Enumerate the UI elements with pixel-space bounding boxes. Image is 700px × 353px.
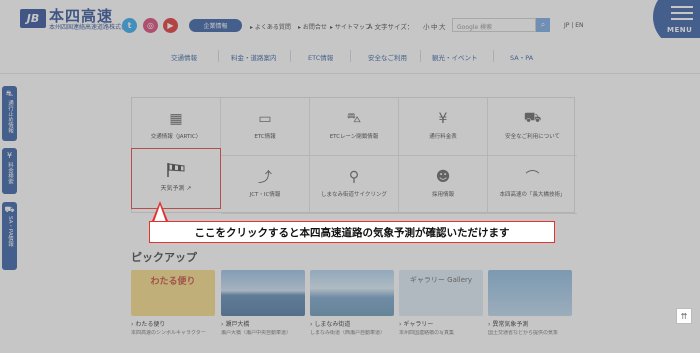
font-size-small[interactable]: 小 xyxy=(423,21,430,31)
external-link-icon: ↗ xyxy=(186,185,192,192)
etc-card-icon: ▭ xyxy=(258,111,272,127)
instagram-icon[interactable]: ◎ xyxy=(143,18,158,33)
seto-bridge-image xyxy=(221,270,305,316)
side-tab-sapa[interactable]: ⛟ SA・PA情報 xyxy=(2,202,17,270)
global-nav: 交通情報 料金・道路案内 ETC情報 安全なご利用 観光・イベント SA・PA xyxy=(0,38,700,74)
road-icon: ⛐ xyxy=(6,89,13,98)
instruction-callout: ここをクリックすると本四高速道路の気象予測が確認いただけます xyxy=(149,221,555,243)
cell-etc[interactable]: ▭ ETC情報 xyxy=(221,98,310,156)
logo-mark: JB xyxy=(20,9,46,28)
contact-link[interactable]: ▸ お問合せ xyxy=(298,22,327,31)
search-icon[interactable]: ⌕ xyxy=(536,18,550,32)
etc-lane-icon: ⛍ xyxy=(346,110,362,126)
weather-icon xyxy=(165,161,187,179)
cell-cycling[interactable]: ⚲ しまなみ街道サイクリング xyxy=(310,156,399,214)
menu-label: MENU xyxy=(667,26,693,34)
font-size-large[interactable]: 大 xyxy=(439,21,446,31)
cell-recruit[interactable]: ☻ 採用情報 xyxy=(399,156,488,214)
windsock-icon xyxy=(167,163,185,177)
gallery-image: ギャラリー Gallery xyxy=(399,270,483,316)
cell-bridge-tech[interactable]: ⌒ 本四高速の「長大橋技術」 xyxy=(488,156,577,214)
cell-safety[interactable]: ⛟ 安全なご利用について xyxy=(488,98,577,156)
cell-junction[interactable]: ⤴ JCT・IC情報 xyxy=(221,156,310,214)
safety-icon: ⛟ xyxy=(523,110,542,126)
nav-safety[interactable]: 安全なご利用 xyxy=(368,52,407,62)
sitemap-link[interactable]: ▸ サイトマップ xyxy=(330,22,371,31)
search-input[interactable]: Google 検索 xyxy=(452,18,536,32)
weather-car-image xyxy=(488,270,572,316)
font-size-label: A 文字サイズ： xyxy=(368,23,414,31)
twitter-icon[interactable]: t xyxy=(122,18,137,33)
junction-icon: ⤴ xyxy=(258,170,272,186)
cell-toll-table[interactable]: ¥ 通行料金表 xyxy=(399,98,488,156)
logo-title: 本四高速 xyxy=(49,7,114,25)
shimanami-image xyxy=(310,270,394,316)
faq-link[interactable]: ▸ よくある質問 xyxy=(250,22,291,31)
yen-icon: ¥ xyxy=(6,151,13,160)
pickup-card-seto[interactable]: › 瀬戸大橋 瀬戸大橋（瀬戸中央自動車道） xyxy=(221,270,305,336)
cell-etc-lane[interactable]: ⛍ ETCレーン閉鎖情報 xyxy=(310,98,399,156)
nav-etc[interactable]: ETC情報 xyxy=(308,52,333,62)
site-logo[interactable]: JB 本四高速 本州四国連絡高速道路株式会社 xyxy=(20,9,133,32)
bridge-icon: ⌒ xyxy=(525,170,540,186)
site-header: JB 本四高速 本州四国連絡高速道路株式会社 t ◎ ▶ 企業情報 ▸ よくある… xyxy=(0,0,700,48)
nav-sa-pa[interactable]: SA・PA xyxy=(510,52,533,62)
language-switch[interactable]: JP | EN xyxy=(564,22,584,29)
wataru-image: わたる便り xyxy=(131,270,215,316)
pickup-card-gallery[interactable]: ギャラリー Gallery › ギャラリー 本州四国連絡橋の写真集 xyxy=(399,270,483,336)
side-tab-closure[interactable]: ⛐ 通行止め情報 xyxy=(2,86,17,141)
back-to-top-button[interactable]: ⇈ xyxy=(676,308,692,324)
weather-forecast-label: 天気予測 xyxy=(160,185,185,192)
sa-icon: ⛟ xyxy=(4,205,15,214)
yen-icon: ¥ xyxy=(438,111,448,127)
pickup-heading: ピックアップ xyxy=(131,251,197,264)
hamburger-icon xyxy=(671,6,693,24)
traffic-info-icon: ▦ xyxy=(169,111,183,127)
pickup-card-weather[interactable]: › 異常気象予測 国土交通省などから提供の気象 xyxy=(488,270,572,336)
side-tab-toll[interactable]: ¥ 料金検索 xyxy=(2,148,17,194)
nav-toll-road[interactable]: 料金・道路案内 xyxy=(231,52,277,62)
youtube-icon[interactable]: ▶ xyxy=(163,18,178,33)
recruit-icon: ☻ xyxy=(435,169,451,185)
nav-traffic[interactable]: 交通情報 xyxy=(171,52,197,62)
logo-subtitle: 本州四国連絡高速道路株式会社 xyxy=(49,24,134,31)
weather-forecast-cell[interactable]: 天気予測 ↗ xyxy=(131,148,221,209)
font-size-medium[interactable]: 中 xyxy=(431,21,438,31)
pickup-card-wataru[interactable]: わたる便り › わたる便り 本四高速のシンボルキャラクター xyxy=(131,270,215,336)
pickup-card-shimanami[interactable]: › しまなみ街道 しまなみ街道（西瀬戸自動車道） xyxy=(310,270,394,336)
cycling-icon: ⚲ xyxy=(348,169,360,185)
corporate-info-button[interactable]: 企業情報 xyxy=(189,19,242,32)
nav-tourism[interactable]: 観光・イベント xyxy=(432,52,478,62)
page: JB 本四高速 本州四国連絡高速道路株式会社 t ◎ ▶ 企業情報 ▸ よくある… xyxy=(0,0,700,353)
